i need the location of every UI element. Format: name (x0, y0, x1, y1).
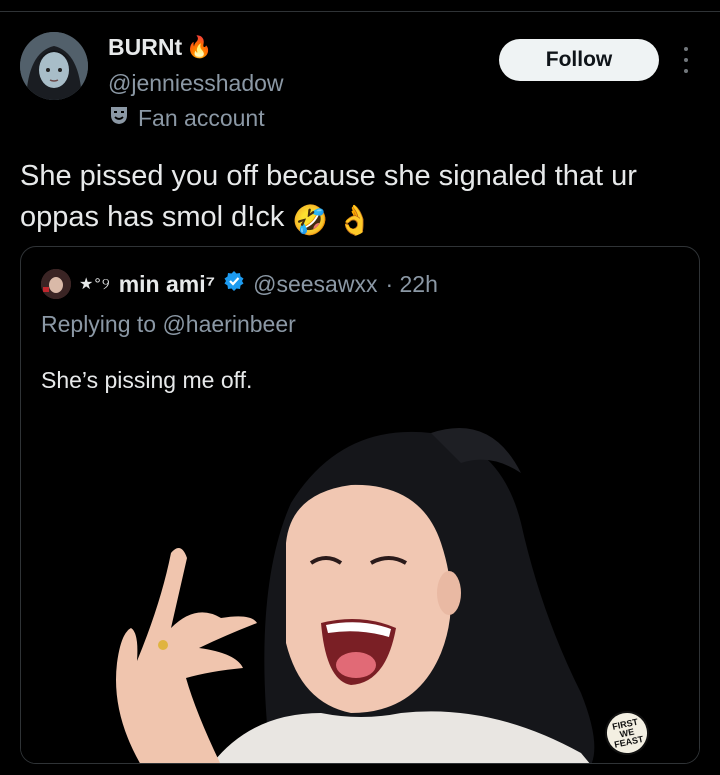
quote-header: ★°୨ min ami⁷ @seesawxx · 22h (41, 269, 438, 299)
rolling-laughing-emoji-icon: 🤣 (292, 205, 329, 237)
drama-masks-icon (108, 104, 130, 132)
more-options-icon[interactable] (676, 47, 696, 73)
quote-timestamp[interactable]: · 22h (385, 271, 437, 298)
quote-media-image[interactable]: FIRST WE FEAST (21, 413, 699, 763)
quote-text: She’s pissing me off. (41, 367, 253, 393)
quote-author-avatar[interactable] (41, 269, 71, 299)
follow-button[interactable]: Follow (499, 39, 659, 81)
author-name[interactable]: BURNt 🔥 (108, 34, 212, 61)
tweet-body: She pissed you off because she signaled … (20, 160, 637, 233)
replying-to[interactable]: Replying to @haerinbeer (41, 311, 296, 338)
fan-account-label: Fan account (108, 104, 265, 132)
quote-author-decoration: ★°୨ (79, 276, 111, 293)
fan-account-text: Fan account (138, 104, 265, 131)
quote-author-handle[interactable]: @seesawxx (253, 271, 377, 298)
quoted-tweet[interactable]: ★°୨ min ami⁷ @seesawxx · 22h Replying to… (20, 246, 700, 764)
verified-badge-icon (223, 270, 245, 298)
fire-icon: 🔥 (186, 35, 213, 59)
author-name-text: BURNt (108, 34, 183, 60)
tweet: BURNt 🔥 @jenniesshadow Fan account Follo… (0, 0, 720, 775)
author-avatar[interactable] (20, 32, 88, 100)
ok-hand-emoji-icon: 👌 (336, 205, 373, 237)
author-handle[interactable]: @jenniesshadow (108, 70, 284, 97)
tweet-text: She pissed you off because she signaled … (20, 156, 700, 242)
quote-author-name[interactable]: min ami⁷ (119, 271, 215, 298)
